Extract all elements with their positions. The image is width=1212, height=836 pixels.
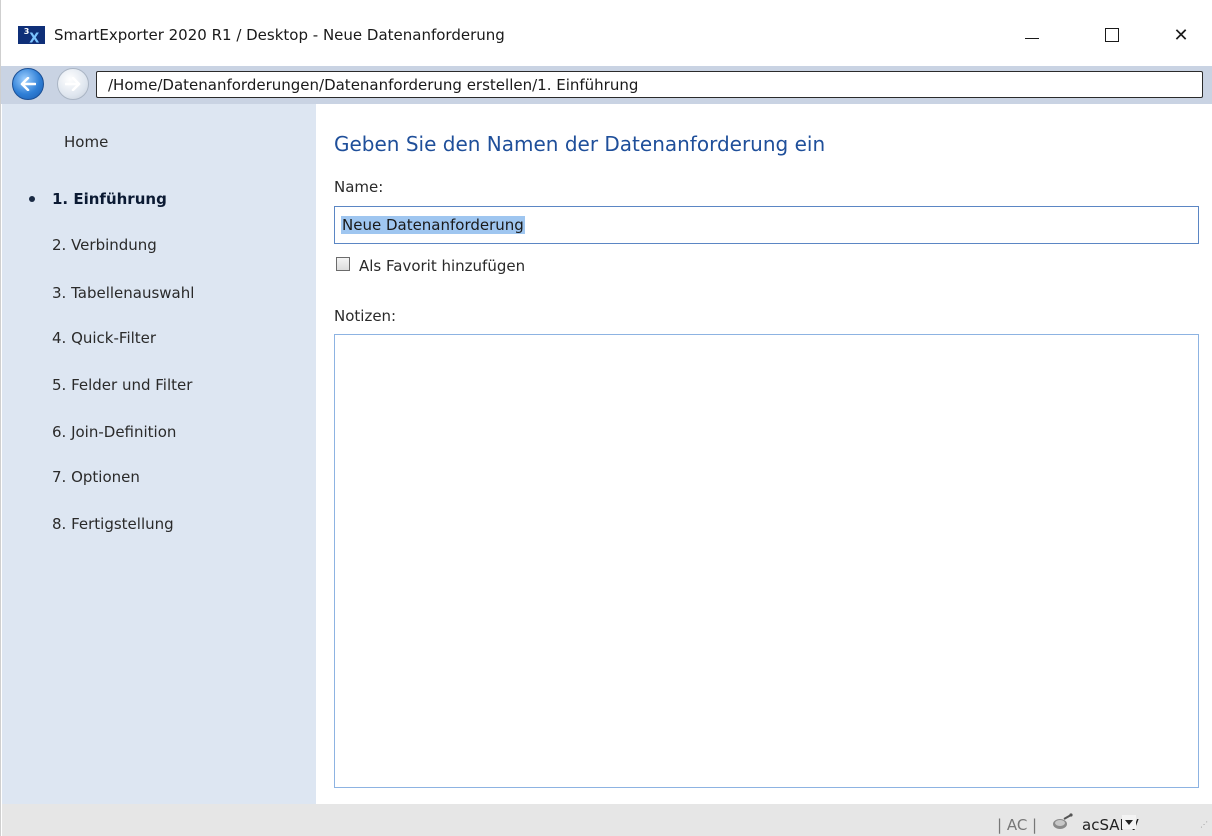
sidebar-item-einfuehrung[interactable]: 1. Einführung: [52, 190, 167, 208]
name-input[interactable]: Neue Datenanforderung: [334, 206, 1199, 244]
sidebar-item-fertigstellung[interactable]: 8. Fertigstellung: [52, 515, 174, 533]
status-ac-text: | AC |: [997, 816, 1038, 834]
minimize-button[interactable]: [1005, 14, 1059, 56]
sidebar-item-felder-und-filter[interactable]: 5. Felder und Filter: [52, 376, 192, 394]
arrow-right-icon: [65, 77, 81, 91]
app-window: 3X SmartExporter 2020 R1 / Desktop - Neu…: [0, 0, 1212, 836]
forward-button[interactable]: [57, 68, 89, 100]
close-icon: ✕: [1173, 24, 1189, 46]
sidebar-item-home[interactable]: Home: [64, 133, 108, 151]
page-title: Geben Sie den Namen der Datenanforderung…: [334, 132, 826, 156]
window-title: SmartExporter 2020 R1 / Desktop - Neue D…: [54, 26, 505, 44]
favorite-checkbox[interactable]: [336, 257, 350, 271]
sidebar-item-quick-filter[interactable]: 4. Quick-Filter: [52, 329, 156, 347]
close-button[interactable]: ✕: [1154, 14, 1208, 56]
sidebar-item-verbindung[interactable]: 2. Verbindung: [52, 236, 157, 254]
sidebar-item-optionen[interactable]: 7. Optionen: [52, 468, 140, 486]
minimize-icon: [1025, 37, 1039, 39]
maximize-button[interactable]: [1085, 14, 1139, 56]
maximize-icon: [1105, 28, 1119, 42]
title-bar: 3X SmartExporter 2020 R1 / Desktop - Neu…: [1, 0, 1212, 66]
address-path-text: /Home/Datenanforderungen/Datenanforderun…: [108, 76, 639, 94]
notes-label: Notizen:: [334, 307, 397, 325]
name-input-value: Neue Datenanforderung: [341, 216, 525, 234]
address-path-field[interactable]: /Home/Datenanforderungen/Datenanforderun…: [96, 71, 1203, 98]
notes-textarea[interactable]: [334, 334, 1199, 788]
resize-grip-icon[interactable]: ⋰: [1200, 820, 1208, 829]
sidebar-item-tabellenauswahl[interactable]: 3. Tabellenauswahl: [52, 284, 194, 302]
sidebar-item-join-definition[interactable]: 6. Join-Definition: [52, 423, 176, 441]
arrow-left-icon: [20, 77, 36, 91]
connection-icon: [1053, 813, 1073, 829]
user-dropdown-button[interactable]: [1122, 815, 1136, 829]
wizard-sidebar: [2, 104, 316, 804]
favorite-label[interactable]: Als Favorit hinzufügen: [359, 257, 525, 275]
active-step-bullet: [29, 196, 35, 202]
name-label: Name:: [334, 178, 384, 196]
app-logo-icon: 3X: [18, 26, 45, 46]
back-button[interactable]: [12, 68, 44, 100]
